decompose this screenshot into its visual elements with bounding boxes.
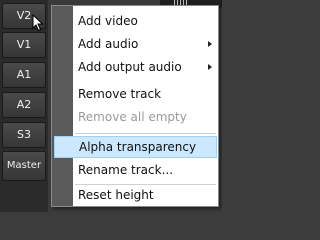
menu-item-remove-track[interactable]: Remove track	[73, 83, 218, 105]
menu-item-label: Remove track	[78, 87, 162, 101]
menu-item-label: Add video	[78, 14, 138, 28]
menu-item-label: Rename track...	[78, 163, 174, 177]
track-context-menu: Add video Add audio Add output audio Rem…	[51, 5, 219, 207]
menu-item-label: Reset height	[78, 188, 154, 202]
menu-item-rename-track[interactable]: Rename track...	[73, 159, 218, 181]
track-header-master[interactable]: Master	[2, 151, 46, 181]
track-header-s3[interactable]: S3	[2, 122, 46, 148]
menu-item-add-output-audio[interactable]: Add output audio	[73, 56, 218, 78]
menu-item-reset-height[interactable]: Reset height	[73, 184, 218, 206]
menu-icon-gutter	[52, 6, 73, 206]
menu-item-label: Alpha transparency	[79, 140, 197, 154]
menu-separator	[75, 133, 216, 134]
editor-timeline-area: V2 V1 A1 A2 S3 Master Add video Add audi…	[0, 0, 222, 212]
track-header-a2[interactable]: A2	[2, 92, 46, 118]
menu-item-alpha-transparency[interactable]: Alpha transparency	[54, 136, 217, 158]
track-header-v1[interactable]: V1	[2, 32, 46, 58]
menu-item-label: Remove all empty	[78, 110, 187, 124]
menu-item-add-video[interactable]: Add video	[73, 10, 218, 32]
chevron-right-icon	[208, 41, 212, 47]
chevron-right-icon	[208, 64, 212, 70]
menu-item-label: Add output audio	[78, 60, 182, 74]
menu-item-label: Add audio	[78, 37, 139, 51]
menu-item-add-audio[interactable]: Add audio	[73, 33, 218, 55]
mouse-pointer-icon	[32, 14, 44, 32]
track-header-a1[interactable]: A1	[2, 62, 46, 88]
menu-item-remove-all-empty: Remove all empty	[73, 106, 218, 128]
